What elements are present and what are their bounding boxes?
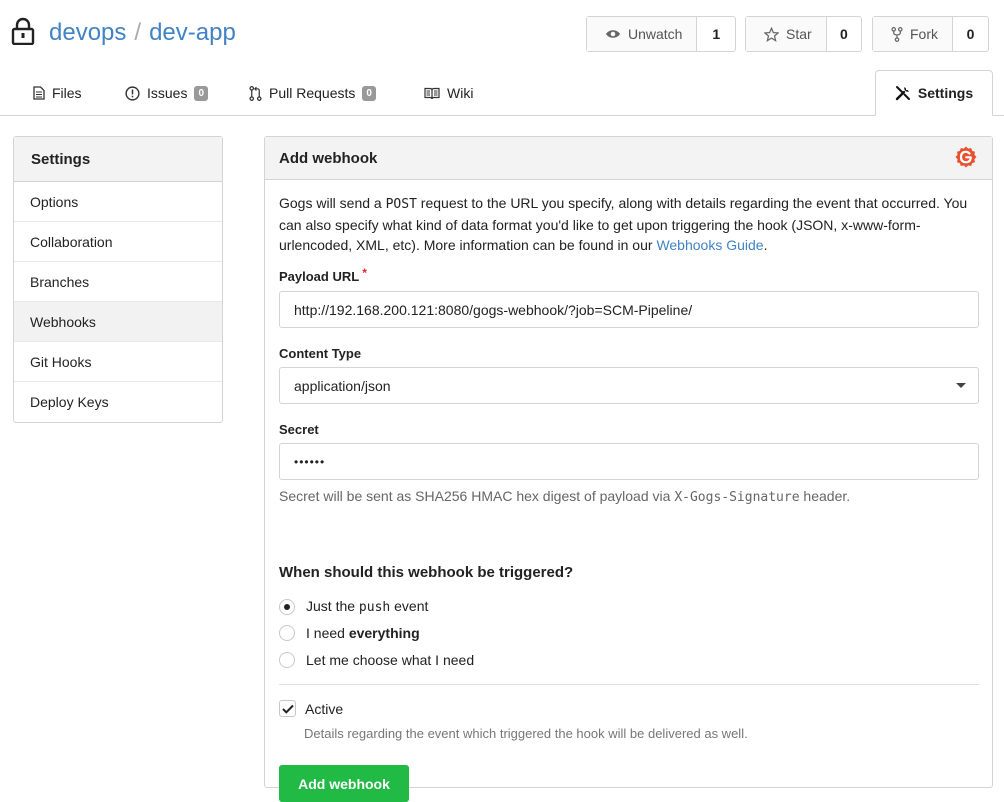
trigger-push-code: push [358, 600, 391, 615]
required-mark: * [362, 266, 367, 280]
file-text-icon [33, 86, 45, 100]
check-icon [281, 704, 294, 714]
secret-input[interactable]: •••••• [279, 443, 979, 480]
repo-header: devops / dev-app Unwatch 1 Star 0 Fork 0 [0, 0, 1004, 70]
payload-url-value: http://192.168.200.121:8080/gogs-webhook… [294, 301, 693, 318]
repo-tabs: Files Issues 0 Pull Requests 0 Wiki Sett… [0, 70, 1004, 116]
tab-files-label: Files [52, 85, 82, 101]
eye-icon [605, 28, 621, 40]
add-webhook-panel: Add webhook Gogs will send a POST reques… [264, 136, 993, 802]
content-type-value: application/json [294, 377, 391, 394]
settings-sidebar: Settings Options Collaboration Branches … [13, 136, 223, 423]
webhook-description: Gogs will send a POST request to the URL… [279, 193, 981, 255]
tab-pull-requests[interactable]: Pull Requests 0 [249, 70, 376, 116]
fork-count[interactable]: 0 [953, 17, 988, 51]
unwatch-button[interactable]: Unwatch [587, 17, 698, 51]
desc-code-post: POST [385, 197, 417, 212]
tab-wiki[interactable]: Wiki [424, 70, 473, 116]
trigger-all-text: I need [306, 625, 349, 641]
star-button-group: Star 0 [745, 16, 862, 52]
secret-label: Secret [279, 422, 319, 437]
watch-button-group: Unwatch 1 [586, 16, 736, 52]
issue-icon [125, 85, 140, 101]
sidebar-item-options[interactable]: Options [14, 182, 222, 222]
star-count[interactable]: 0 [827, 17, 861, 51]
fork-label: Fork [910, 26, 938, 42]
payload-url-input[interactable]: http://192.168.200.121:8080/gogs-webhook… [279, 291, 979, 328]
secret-help-text-2: header. [799, 488, 851, 504]
gogs-logo-icon [954, 145, 978, 169]
book-icon [424, 87, 440, 100]
sidebar-item-deploy-keys[interactable]: Deploy Keys [14, 382, 222, 422]
radio-selected[interactable] [279, 598, 295, 615]
payload-url-label: Payload URL * [279, 266, 367, 284]
lock-icon [11, 17, 35, 45]
repo-separator: / [134, 19, 142, 46]
trigger-all-bold: everything [348, 625, 420, 641]
secret-help: Secret will be sent as SHA256 HMAC hex d… [279, 488, 850, 505]
star-label: Star [786, 26, 812, 42]
caret-down-icon [956, 383, 966, 388]
secret-value: •••••• [294, 454, 326, 469]
sidebar-item-webhooks[interactable]: Webhooks [14, 302, 222, 342]
trigger-everything-option[interactable]: I need everything [279, 625, 420, 641]
sidebar-item-branches[interactable]: Branches [14, 262, 222, 302]
issues-count-badge: 0 [194, 85, 209, 101]
tab-pull-requests-label: Pull Requests [269, 85, 356, 101]
pull-request-icon [249, 85, 262, 101]
sidebar-title: Settings [14, 137, 222, 182]
active-help: Details regarding the event which trigge… [304, 726, 748, 741]
unwatch-label: Unwatch [628, 26, 683, 42]
star-button[interactable]: Star [746, 17, 827, 51]
radio-unselected[interactable] [279, 625, 295, 641]
watch-count[interactable]: 1 [697, 17, 735, 51]
tools-icon [895, 85, 911, 101]
active-checkbox-row[interactable]: Active [279, 700, 343, 717]
desc-text-3: . [763, 237, 768, 253]
tab-settings[interactable]: Settings [875, 70, 993, 116]
tab-files[interactable]: Files [33, 70, 82, 116]
repo-title: devops / dev-app [49, 19, 236, 47]
tab-wiki-label: Wiki [447, 85, 474, 101]
repo-owner-link[interactable]: devops [49, 19, 126, 46]
repo-name-link[interactable]: dev-app [149, 19, 236, 46]
trigger-push-label: Just the push event [306, 598, 428, 615]
tab-issues-label: Issues [147, 85, 188, 101]
trigger-title: When should this webhook be triggered? [279, 564, 574, 581]
trigger-choose-option[interactable]: Let me choose what I need [279, 652, 474, 668]
trigger-push-option[interactable]: Just the push event [279, 598, 428, 615]
fork-button-group: Fork 0 [872, 16, 989, 52]
sidebar-item-collaboration[interactable]: Collaboration [14, 222, 222, 262]
radio-unselected[interactable] [279, 652, 295, 668]
content-type-select[interactable]: application/json [279, 367, 979, 404]
content-type-label: Content Type [279, 346, 362, 361]
divider [279, 684, 979, 685]
fork-button[interactable]: Fork [873, 17, 953, 51]
trigger-push-text-2: event [390, 598, 429, 614]
panel-header: Add webhook [265, 137, 992, 180]
star-icon [764, 26, 779, 42]
active-checkbox[interactable] [279, 700, 296, 717]
add-webhook-button[interactable]: Add webhook [279, 765, 409, 802]
trigger-choose-label: Let me choose what I need [306, 652, 475, 668]
desc-text-1: Gogs will send a [279, 195, 386, 211]
payload-url-label-text: Payload URL [279, 269, 360, 284]
fork-icon [891, 26, 903, 42]
webhooks-guide-link[interactable]: Webhooks Guide [656, 237, 763, 253]
secret-help-code: X-Gogs-Signature [674, 490, 800, 505]
trigger-push-text-1: Just the [306, 598, 359, 614]
trigger-everything-label: I need everything [306, 625, 420, 641]
secret-help-text-1: Secret will be sent as SHA256 HMAC hex d… [279, 488, 675, 504]
pulls-count-badge: 0 [362, 85, 376, 101]
active-label: Active [305, 700, 344, 717]
sidebar-item-git-hooks[interactable]: Git Hooks [14, 342, 222, 382]
tab-issues[interactable]: Issues 0 [125, 70, 209, 116]
panel-title: Add webhook [279, 149, 378, 167]
tab-settings-label: Settings [917, 85, 974, 101]
